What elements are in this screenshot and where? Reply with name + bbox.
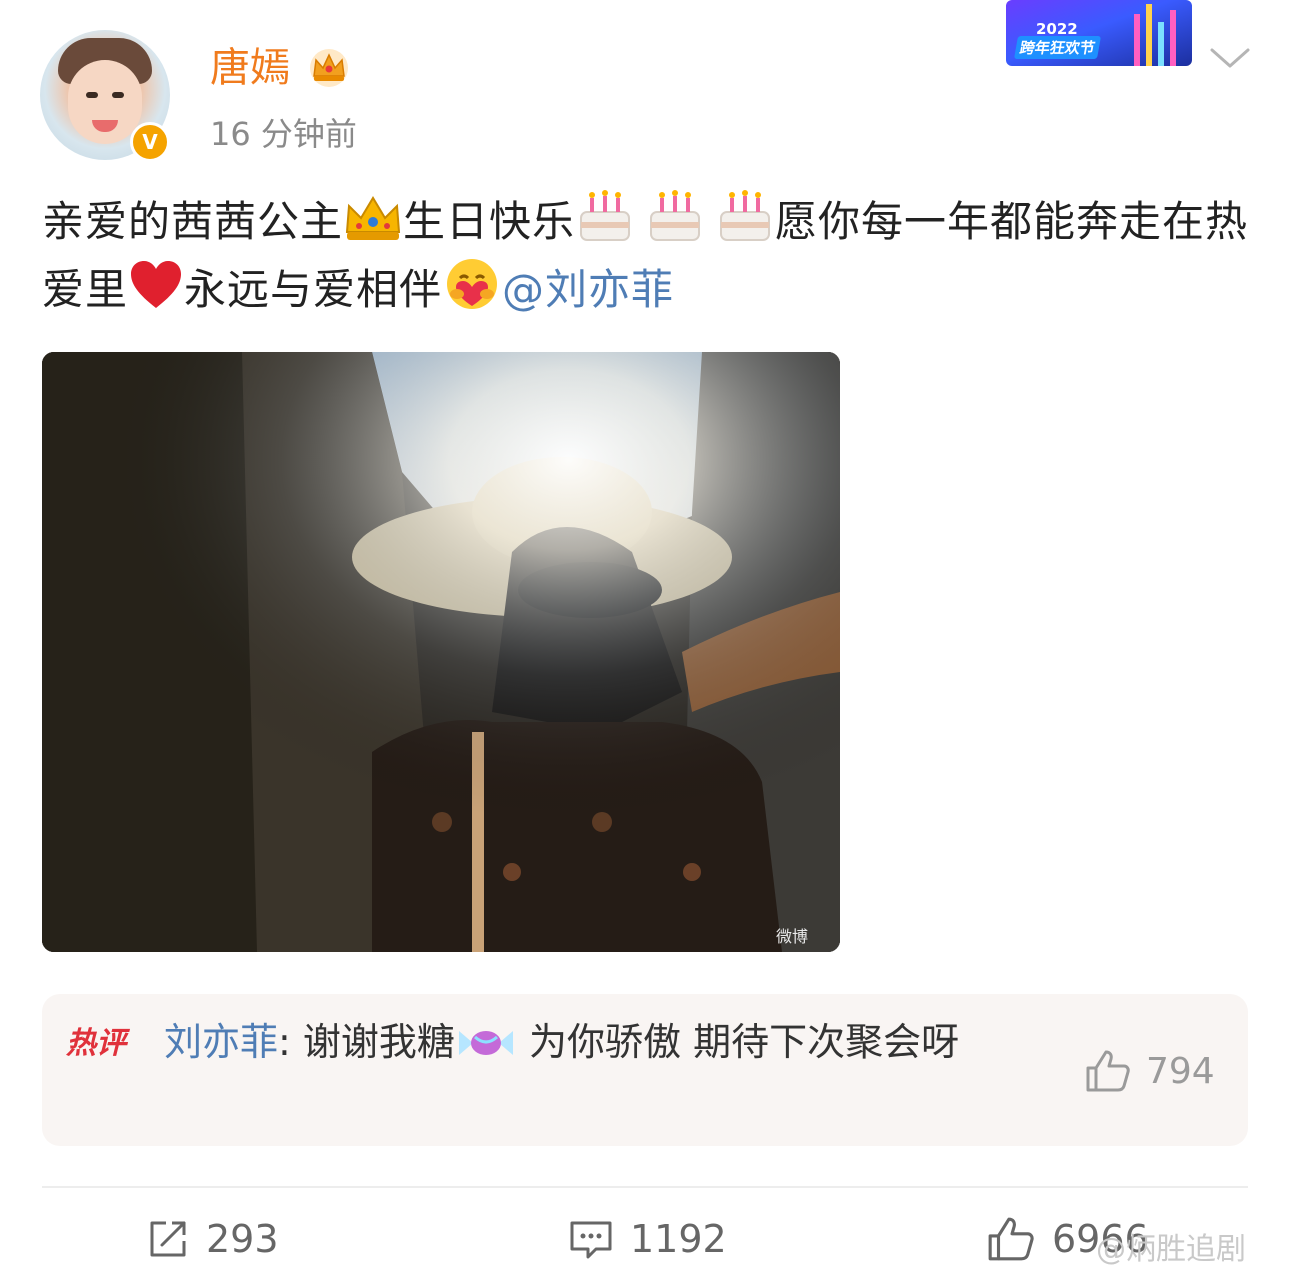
event-tower-decoration	[1134, 14, 1140, 66]
comment-button[interactable]: 1192	[568, 1212, 727, 1266]
post-text: 亲爱的茜茜公主 生日快乐 愿你每一年都能奔走在热爱里 永远与爱相伴 @刘亦菲	[42, 188, 1252, 324]
crown-emoji	[345, 196, 401, 240]
avatar-eye-right	[112, 92, 124, 98]
thumbs-up-icon	[988, 1217, 1034, 1261]
hot-comment-user[interactable]: 刘亦菲	[164, 1020, 278, 1064]
hot-comment-like[interactable]: 794	[1084, 1046, 1215, 1096]
event-badge[interactable]: 2022 跨年狂欢节	[1006, 0, 1192, 66]
divider	[42, 1186, 1248, 1188]
hugging-heart-emoji	[447, 259, 498, 309]
photo-watermark: 微博	[776, 927, 808, 946]
candy-emoji	[458, 1031, 513, 1055]
event-tower-decoration	[1146, 4, 1152, 66]
avatar-eye-left	[86, 92, 98, 98]
thumbs-up-icon	[1086, 1050, 1130, 1092]
repost-icon	[150, 1221, 186, 1257]
comment-count: 1192	[630, 1217, 727, 1261]
birthday-cake-emoji	[580, 190, 631, 241]
event-name: 跨年狂欢节	[1013, 36, 1102, 59]
birthday-cake-emoji	[650, 190, 701, 241]
post-photo[interactable]: 微博	[42, 352, 840, 952]
post-text-segment: 亲爱的茜茜公主	[42, 197, 344, 246]
hot-comment-tag: 热评	[66, 1026, 126, 1061]
post-text-segment: 永远与爱相伴	[184, 265, 443, 314]
post-text-segment: 生日快乐	[403, 197, 576, 246]
hot-comment[interactable]: 热评 刘亦菲: 谢谢我糖 为你骄傲 期待下次聚会呀 794	[42, 994, 1248, 1146]
verified-badge-icon: V	[130, 122, 170, 162]
hot-comment-body: 为你骄傲 期待下次聚会呀	[516, 1020, 960, 1064]
post-time: 16 分钟前	[210, 115, 357, 153]
hot-comment-body: 谢谢我糖	[302, 1020, 455, 1064]
repost-button[interactable]: 293	[146, 1212, 279, 1266]
hot-comment-like-count: 794	[1146, 1050, 1215, 1092]
screenshot-watermark: @炳胜追剧	[1096, 1232, 1246, 1267]
hot-comment-separator: :	[278, 1020, 303, 1064]
mention-link[interactable]: @刘亦菲	[502, 265, 674, 314]
username[interactable]: 唐嫣	[210, 42, 290, 94]
event-tower-decoration	[1158, 22, 1164, 66]
comment-icon	[570, 1221, 612, 1259]
red-heart-emoji	[131, 261, 182, 308]
event-tower-decoration	[1170, 10, 1176, 66]
crown-icon[interactable]	[306, 46, 352, 88]
chevron-down-icon[interactable]	[1208, 40, 1252, 74]
birthday-cake-emoji	[720, 190, 771, 241]
hot-comment-text: 刘亦菲: 谢谢我糖 为你骄傲 期待下次聚会呀	[164, 1008, 1044, 1076]
repost-count: 293	[206, 1217, 279, 1261]
